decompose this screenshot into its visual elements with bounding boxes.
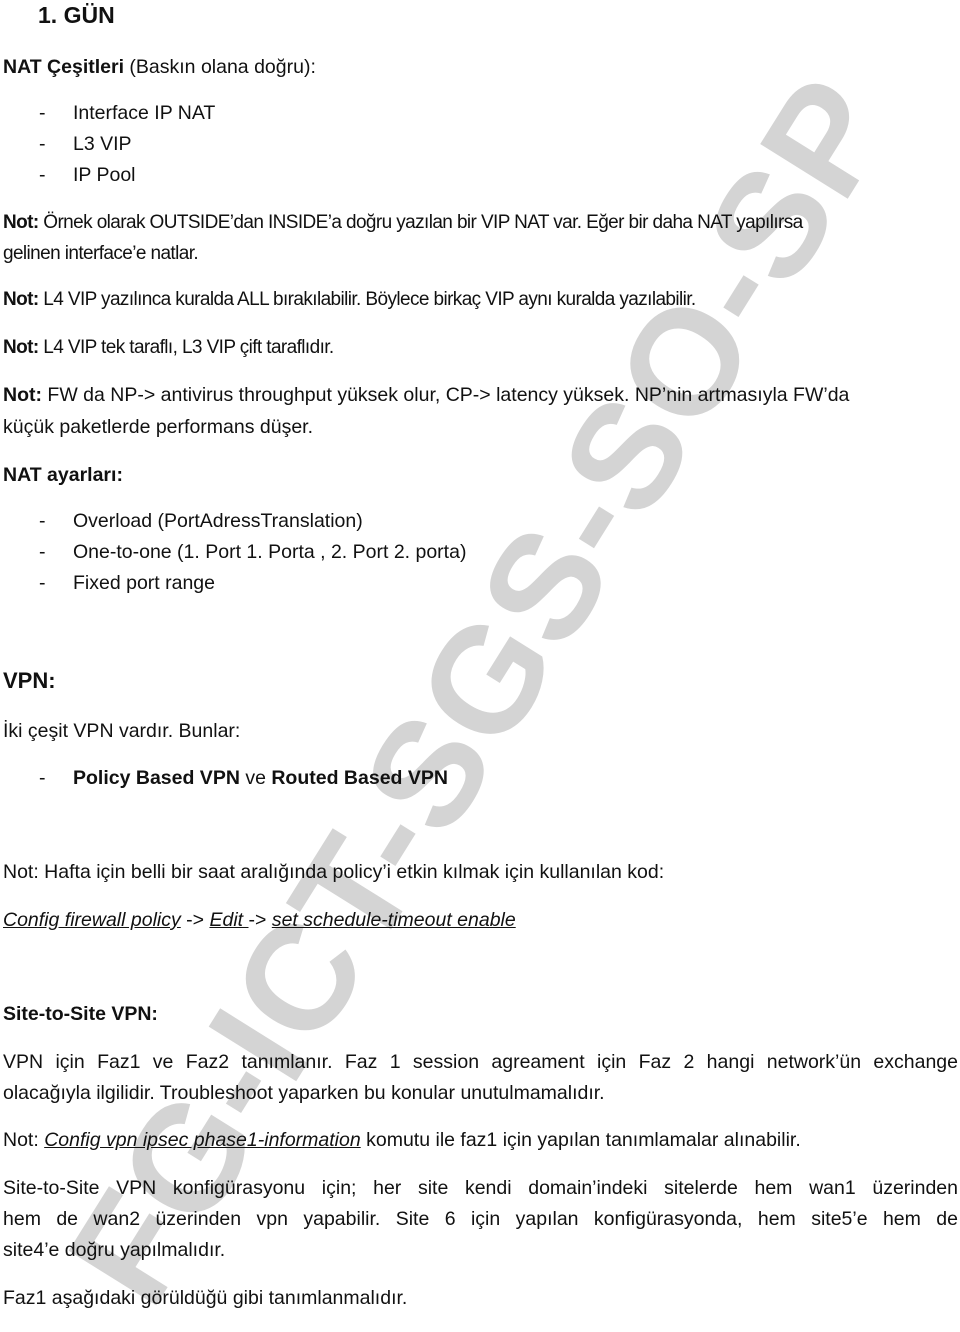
dash-bullet: - [39,767,46,789]
list-item-text: Fixed port range [73,572,215,594]
vpn-heading: VPN: [3,668,56,693]
note-rest: komutu ile faz1 için yapılan tanımlamala… [360,1129,801,1151]
arrow-separator: -> [248,909,272,931]
nat-types-heading-rest: (Baskın olana doğru): [124,56,316,78]
list-item-text: One-to-one (1. Port 1. Porta , 2. Port 2… [73,541,467,563]
routed-based-vpn: Routed Based VPN [271,767,448,789]
conjunction: ve [239,767,272,789]
site-to-site-para1-line2: olacağıyla ilgilidir. Troubleshoot yapar… [3,1082,605,1104]
site-to-site-para2-line1: Site-to-Site VPN konfigürasyonu için; he… [3,1177,958,1199]
command-set-schedule-timeout: set schedule-timeout enable [271,909,516,931]
dash-bullet: - [39,541,46,563]
vpn-schedule-note: Not: Hafta için belli bir saat aralığınd… [3,861,665,883]
list-item-text: Interface IP NAT [73,102,216,124]
note-label: Not: [3,384,42,406]
dash-bullet: - [39,572,46,594]
nat-types-heading: NAT Çeşitleri (Baskın olana doğru): [3,55,316,79]
note-prefix: Not: [3,1129,45,1151]
list-item-text: IP Pool [73,164,136,186]
site-to-site-para2-line3: site4’e doğru yapılmalıdır. [3,1239,226,1261]
list-item-text: L3 VIP [73,133,132,155]
dash-bullet: - [39,102,46,124]
vpn-schedule-command: Config firewall policy -> Edit -> set sc… [3,908,516,932]
site-to-site-heading: Site-to-Site VPN: [3,1003,158,1025]
note-label: Not: [3,337,39,358]
note-label: Not: [3,212,39,233]
page-title: 1. GÜN [38,2,115,28]
nat-settings-heading: NAT ayarları: [3,464,123,486]
note-text: L4 VIP yazılınca kuralda ALL bırakılabil… [43,289,696,310]
note-1-continued: gelinen interface’e natlar. [3,243,199,264]
list-item-text: Overload (PortAdressTranslation) [73,510,363,532]
nat-types-heading-bold: NAT Çeşitleri [3,56,124,78]
command-edit: Edit [209,909,249,931]
command-phase1-information: Config vpn ipsec phase1-information [44,1129,361,1151]
dash-bullet: - [39,510,46,532]
note-3: Not: L4 VIP tek taraflı, L3 VIP çift tar… [3,336,334,360]
vpn-intro: İki çeşit VPN vardır. Bunlar: [3,720,241,742]
note-4: Not: FW da NP-> antivirus throughput yük… [3,383,849,407]
list-item-text: Policy Based VPN ve Routed Based VPN [73,766,448,790]
note-text: Örnek olarak OUTSIDE’dan INSIDE’a doğru … [43,212,803,233]
note-text: FW da NP-> antivirus throughput yüksek o… [47,384,850,406]
command-config-firewall-policy: Config firewall policy [3,909,181,931]
dash-bullet: - [39,133,46,155]
note-label: Not: [3,289,39,310]
note-text: L4 VIP tek taraflı, L3 VIP çift taraflıd… [43,337,334,358]
note-4-continued: küçük paketlerde performans düşer. [3,416,314,438]
site-to-site-note: Not: Config vpn ipsec phase1-information… [3,1128,801,1152]
site-to-site-para1-line1: VPN için Faz1 ve Faz2 tanımlanır. Faz 1 … [3,1051,958,1073]
note-2: Not: L4 VIP yazılınca kuralda ALL bırakı… [3,288,696,312]
note-1: Not: Örnek olarak OUTSIDE’dan INSIDE’a d… [3,211,803,235]
dash-bullet: - [39,164,46,186]
policy-based-vpn: Policy Based VPN [73,767,240,789]
arrow-separator: -> [180,909,210,931]
site-to-site-para3: Faz1 aşağıdaki görüldüğü gibi tanımlanma… [3,1287,408,1309]
site-to-site-para2-line2: hem de wan2 üzerinden vpn yapabilir. Sit… [3,1208,958,1230]
